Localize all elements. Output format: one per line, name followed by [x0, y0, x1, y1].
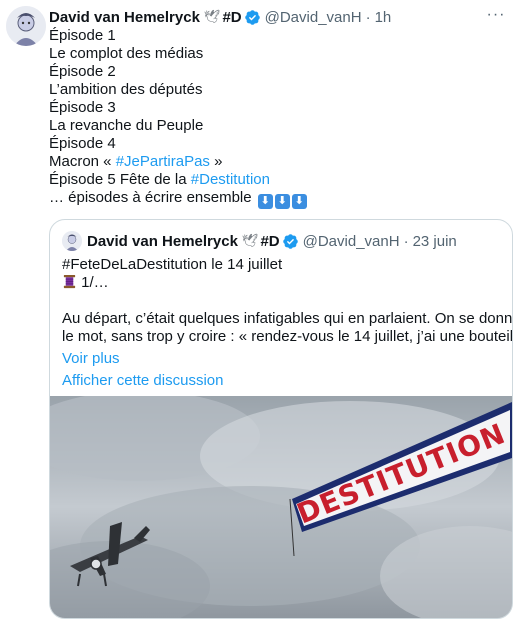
quoted-author-name: David van Hemelryck	[87, 232, 238, 250]
separator-dot: ·	[403, 232, 409, 250]
quoted-author-avatar	[62, 231, 82, 251]
hashtag-destitution[interactable]: #Destitution	[191, 171, 270, 188]
thread-spool-icon	[63, 274, 76, 289]
author-badge-text: #D	[222, 8, 242, 26]
quoted-badge-text: #D	[260, 232, 280, 250]
tweet-line: Épisode 3	[49, 99, 116, 116]
tweet-text: Épisode 1 Le complot des médias Épisode …	[49, 27, 489, 209]
tweet-line: L’ambition des députés	[49, 81, 203, 98]
quoted-tweet[interactable]: David van Hemelryck 🕊 #D @David_vanH · 2…	[49, 219, 513, 619]
author-name[interactable]: David van Hemelryck	[49, 9, 200, 26]
quoted-date: 23 juin	[412, 232, 457, 250]
quoted-line-2: 1/…	[62, 274, 506, 292]
tweet-line-last: … épisodes à écrire ensemble ⬇ ⬇ ⬇	[49, 189, 489, 209]
quoted-text: #FeteDeLaDestitution le 14 juillet 1/… A…	[62, 256, 513, 390]
tweet-line: Épisode 4	[49, 135, 116, 152]
episode5-prefix: Épisode 5 Fête de la	[49, 171, 191, 188]
author-avatar[interactable]	[6, 6, 46, 46]
quoted-paragraph-line: le mot, sans trop y croire : « rendez-vo…	[62, 328, 513, 345]
tweet-time[interactable]: 1h	[375, 9, 392, 26]
quoted-header: David van Hemelryck 🕊 #D @David_vanH · 2…	[87, 230, 504, 252]
dove-icon: 🕊	[241, 233, 259, 248]
verified-badge-icon	[244, 9, 260, 25]
verified-badge-icon	[282, 233, 298, 249]
down-arrow-icon: ⬇	[257, 194, 273, 209]
quoted-thread-count: 1/…	[81, 274, 109, 291]
tweet-line: La revanche du Peuple	[49, 117, 204, 134]
separator-dot: ·	[365, 8, 371, 26]
down-arrow-icon: ⬇	[274, 194, 290, 209]
hashtag-jepartirapas[interactable]: #JePartiraPas	[116, 153, 210, 170]
tweet-line: Le complot des médias	[49, 45, 204, 62]
macron-suffix: »	[209, 153, 223, 170]
tweet-line: Épisode 2	[49, 63, 116, 80]
tweet-line: Épisode 1	[49, 27, 116, 44]
author-handle[interactable]: @David_vanH	[265, 9, 362, 26]
macron-prefix: Macron «	[49, 153, 116, 170]
tweet-line-macron: Macron « #JePartiraPas »	[49, 153, 489, 171]
dove-icon: 🕊	[203, 9, 221, 24]
last-line-text: … épisodes à écrire ensemble	[49, 189, 252, 206]
show-thread-link[interactable]: Afficher cette discussion	[62, 372, 506, 390]
quoted-line: #FeteDeLaDestitution le 14 juillet	[62, 256, 283, 273]
tweet-header: David van Hemelryck 🕊 #D @David_vanH · 1…	[49, 6, 508, 28]
quoted-handle: @David_vanH	[302, 232, 400, 250]
quoted-photo[interactable]: DESTITUTION	[50, 396, 512, 618]
tweet[interactable]: David van Hemelryck 🕊 #D @David_vanH · 1…	[0, 0, 518, 624]
down-arrow-icon: ⬇	[291, 194, 307, 209]
tweet-line-episode5: Épisode 5 Fête de la #Destitution	[49, 171, 489, 189]
see-more-link[interactable]: Voir plus	[62, 350, 506, 368]
quoted-paragraph-line: Au départ, c’était quelques infatigables…	[62, 310, 513, 327]
more-options-icon[interactable]: ···	[484, 4, 508, 26]
